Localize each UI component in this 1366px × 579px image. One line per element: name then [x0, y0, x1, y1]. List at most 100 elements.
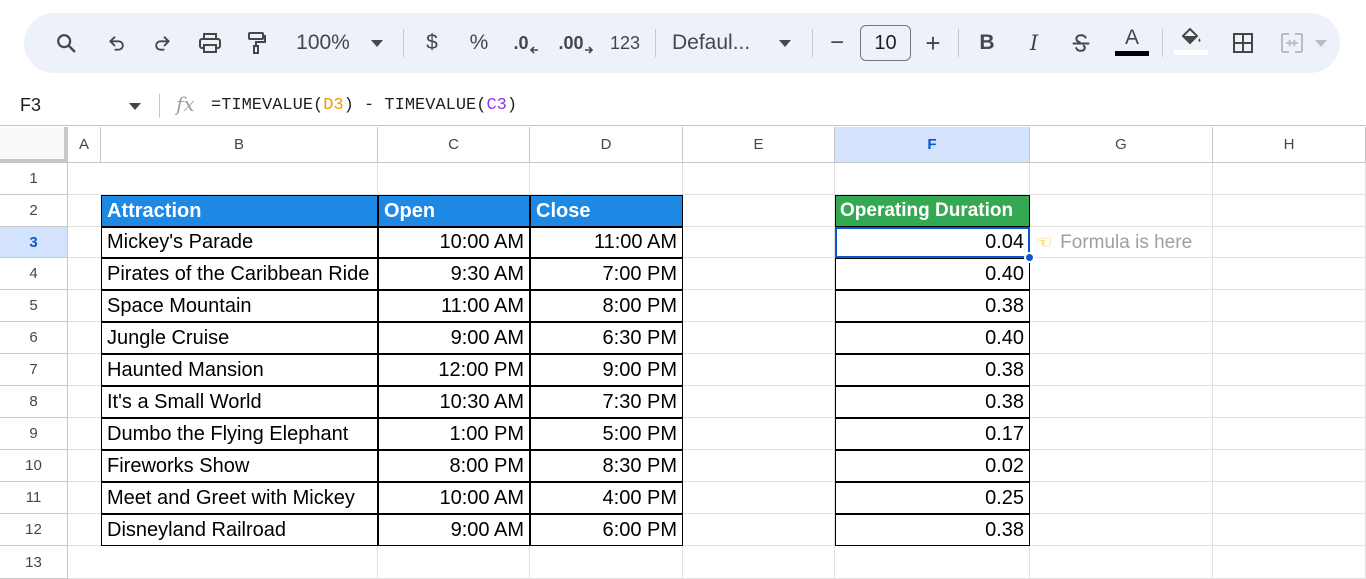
- cell-attraction[interactable]: It's a Small World: [101, 386, 378, 418]
- borders-icon[interactable]: [1228, 13, 1258, 73]
- cell-close-time[interactable]: 8:30 PM: [530, 450, 683, 482]
- name-box-chevron-down-icon[interactable]: [129, 103, 141, 110]
- cell-attraction[interactable]: Dumbo the Flying Elephant: [101, 418, 378, 450]
- row-header-1[interactable]: 1: [0, 163, 68, 195]
- cell-operating-duration[interactable]: 0.25: [835, 482, 1030, 514]
- cell-attraction[interactable]: Disneyland Railroad: [101, 514, 378, 546]
- redo-icon[interactable]: [147, 13, 177, 73]
- cell-open-time[interactable]: 11:00 AM: [378, 290, 530, 322]
- cell-attraction[interactable]: Pirates of the Caribbean Ride: [101, 258, 378, 290]
- fill-color-icon[interactable]: [1174, 13, 1208, 73]
- cell-close-time[interactable]: 11:00 AM: [530, 227, 683, 258]
- row-header-7[interactable]: 7: [0, 354, 68, 386]
- formula-input[interactable]: =TIMEVALUE(D3) - TIMEVALUE(C3): [211, 96, 517, 115]
- zoom-select[interactable]: 100%: [290, 13, 356, 73]
- cell-operating-duration[interactable]: 0.38: [835, 354, 1030, 386]
- fill-handle[interactable]: [1024, 252, 1035, 263]
- italic-button[interactable]: I: [1021, 13, 1047, 73]
- row-header-4[interactable]: 4: [0, 258, 68, 290]
- cell-open-time[interactable]: 9:00 AM: [378, 322, 530, 354]
- row-header-11[interactable]: 11: [0, 482, 68, 514]
- cell-open-time[interactable]: 12:00 PM: [378, 354, 530, 386]
- cell-close-time[interactable]: 9:00 PM: [530, 354, 683, 386]
- cell-operating-duration[interactable]: 0.02: [835, 450, 1030, 482]
- toolbar: 100% $ % .0 .00 123 Defaul... − 10 + B I…: [24, 13, 1340, 73]
- name-box[interactable]: F3: [20, 95, 41, 116]
- row-header-6[interactable]: 6: [0, 322, 68, 354]
- percent-format-button[interactable]: %: [465, 13, 493, 73]
- column-header-d[interactable]: D: [530, 127, 683, 163]
- increase-decimal-button[interactable]: .00: [556, 13, 596, 73]
- cell-open-time[interactable]: 9:30 AM: [378, 258, 530, 290]
- merge-cells-icon[interactable]: [1276, 13, 1308, 73]
- column-header-f[interactable]: F: [835, 127, 1030, 163]
- font-family-chevron-down-icon[interactable]: [776, 13, 794, 73]
- cell-operating-duration[interactable]: 0.38: [835, 386, 1030, 418]
- cell-close-time[interactable]: 4:00 PM: [530, 482, 683, 514]
- cell-open-time[interactable]: 10:00 AM: [378, 482, 530, 514]
- font-family-select[interactable]: Defaul...: [672, 13, 764, 73]
- select-all-corner[interactable]: [0, 127, 68, 163]
- cell-open-time[interactable]: 1:00 PM: [378, 418, 530, 450]
- cell-close-time[interactable]: 5:00 PM: [530, 418, 683, 450]
- row-header-13[interactable]: 13: [0, 546, 68, 579]
- cell-attraction[interactable]: Meet and Greet with Mickey: [101, 482, 378, 514]
- cell-close-time[interactable]: 7:30 PM: [530, 386, 683, 418]
- row-header-8[interactable]: 8: [0, 386, 68, 418]
- cell-open-time[interactable]: 10:30 AM: [378, 386, 530, 418]
- cell-operating-duration[interactable]: 0.17: [835, 418, 1030, 450]
- row-header-3[interactable]: 3: [0, 227, 68, 258]
- increase-font-size-button[interactable]: +: [920, 13, 946, 73]
- column-header-h[interactable]: H: [1213, 127, 1366, 163]
- strikethrough-icon[interactable]: [1066, 13, 1096, 73]
- header-close[interactable]: Close: [530, 195, 683, 227]
- column-header-b[interactable]: B: [101, 127, 378, 163]
- row-header-10[interactable]: 10: [0, 450, 68, 482]
- cell-close-time[interactable]: 8:00 PM: [530, 290, 683, 322]
- cell-open-time[interactable]: 8:00 PM: [378, 450, 530, 482]
- currency-label: $: [426, 31, 438, 54]
- paint-format-icon[interactable]: [242, 13, 272, 73]
- active-cell-selection[interactable]: [835, 227, 1030, 258]
- header-open[interactable]: Open: [378, 195, 530, 227]
- row-header-9[interactable]: 9: [0, 418, 68, 450]
- cell-attraction[interactable]: Space Mountain: [101, 290, 378, 322]
- formula-text: =TIMEVALUE(: [211, 96, 324, 115]
- column-header-g[interactable]: G: [1030, 127, 1213, 163]
- cell-attraction[interactable]: Haunted Mansion: [101, 354, 378, 386]
- bold-button[interactable]: B: [974, 13, 1000, 73]
- cell-close-time[interactable]: 6:30 PM: [530, 322, 683, 354]
- increase-decimal-label: .00: [558, 32, 584, 53]
- cell-open-time[interactable]: 9:00 AM: [378, 514, 530, 546]
- decrease-decimal-button[interactable]: .0: [509, 13, 543, 73]
- search-icon[interactable]: [50, 13, 82, 73]
- cell-close-time[interactable]: 7:00 PM: [530, 258, 683, 290]
- print-icon[interactable]: [194, 13, 226, 73]
- column-header-a[interactable]: A: [68, 127, 101, 163]
- column-header-c[interactable]: C: [378, 127, 530, 163]
- font-size-input[interactable]: 10: [860, 25, 911, 61]
- header-operating-duration[interactable]: Operating Duration: [835, 195, 1030, 227]
- cell-operating-duration[interactable]: 0.38: [835, 290, 1030, 322]
- currency-format-button[interactable]: $: [418, 13, 446, 73]
- cell-operating-duration[interactable]: 0.40: [835, 322, 1030, 354]
- column-header-e[interactable]: E: [683, 127, 835, 163]
- header-attraction[interactable]: Attraction: [101, 195, 378, 227]
- text-color-button[interactable]: A: [1114, 13, 1150, 73]
- percent-label: %: [469, 31, 489, 54]
- cell-attraction[interactable]: Fireworks Show: [101, 450, 378, 482]
- cell-operating-duration[interactable]: 0.38: [835, 514, 1030, 546]
- zoom-chevron-down-icon[interactable]: [368, 13, 386, 73]
- row-header-5[interactable]: 5: [0, 290, 68, 322]
- undo-icon[interactable]: [102, 13, 132, 73]
- row-header-2[interactable]: 2: [0, 195, 68, 227]
- cell-close-time[interactable]: 6:00 PM: [530, 514, 683, 546]
- cell-operating-duration[interactable]: 0.40: [835, 258, 1030, 290]
- cell-open-time[interactable]: 10:00 AM: [378, 227, 530, 258]
- merge-chevron-down-icon[interactable]: [1312, 13, 1330, 73]
- decrease-font-size-button[interactable]: −: [824, 13, 850, 73]
- row-header-12[interactable]: 12: [0, 514, 68, 546]
- cell-attraction[interactable]: Mickey's Parade: [101, 227, 378, 258]
- more-formats-button[interactable]: 123: [606, 13, 644, 73]
- cell-attraction[interactable]: Jungle Cruise: [101, 322, 378, 354]
